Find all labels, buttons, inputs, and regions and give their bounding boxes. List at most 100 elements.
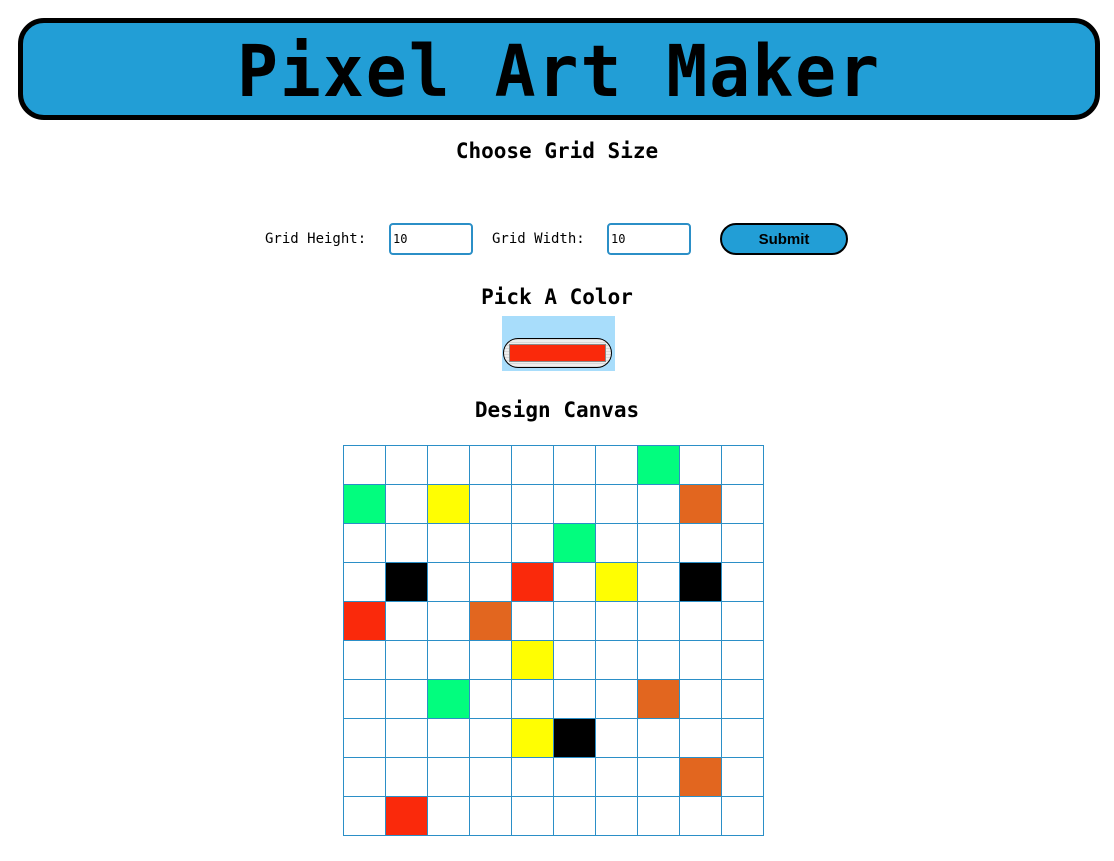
- canvas-cell[interactable]: [721, 679, 764, 719]
- canvas-cell[interactable]: [721, 601, 764, 641]
- canvas-cell[interactable]: [553, 445, 596, 485]
- canvas-cell[interactable]: [469, 562, 512, 602]
- canvas-cell[interactable]: [469, 484, 512, 524]
- canvas-cell[interactable]: [721, 445, 764, 485]
- canvas-cell[interactable]: [511, 523, 554, 563]
- canvas-cell[interactable]: [553, 640, 596, 680]
- canvas-cell[interactable]: [427, 757, 470, 797]
- canvas-cell[interactable]: [427, 562, 470, 602]
- canvas-cell[interactable]: [343, 445, 386, 485]
- submit-button[interactable]: Submit: [720, 223, 848, 255]
- canvas-cell[interactable]: [637, 445, 680, 485]
- canvas-cell[interactable]: [511, 484, 554, 524]
- canvas-cell[interactable]: [721, 796, 764, 836]
- canvas-cell[interactable]: [385, 640, 428, 680]
- canvas-cell[interactable]: [553, 601, 596, 641]
- canvas-cell[interactable]: [553, 796, 596, 836]
- canvas-cell[interactable]: [469, 601, 512, 641]
- color-picker[interactable]: [502, 316, 615, 371]
- canvas-cell[interactable]: [679, 484, 722, 524]
- canvas-cell[interactable]: [343, 601, 386, 641]
- canvas-cell[interactable]: [721, 757, 764, 797]
- canvas-cell[interactable]: [469, 445, 512, 485]
- canvas-cell[interactable]: [511, 640, 554, 680]
- canvas-cell[interactable]: [427, 445, 470, 485]
- canvas-cell[interactable]: [595, 757, 638, 797]
- canvas-cell[interactable]: [679, 796, 722, 836]
- canvas-cell[interactable]: [679, 523, 722, 563]
- canvas-cell[interactable]: [511, 445, 554, 485]
- canvas-cell[interactable]: [385, 757, 428, 797]
- canvas-cell[interactable]: [553, 484, 596, 524]
- canvas-cell[interactable]: [595, 679, 638, 719]
- canvas-cell[interactable]: [511, 601, 554, 641]
- canvas-cell[interactable]: [721, 718, 764, 758]
- canvas-cell[interactable]: [679, 718, 722, 758]
- canvas-cell[interactable]: [427, 601, 470, 641]
- canvas-cell[interactable]: [385, 718, 428, 758]
- canvas-cell[interactable]: [385, 796, 428, 836]
- canvas-cell[interactable]: [385, 445, 428, 485]
- canvas-cell[interactable]: [679, 679, 722, 719]
- canvas-cell[interactable]: [511, 718, 554, 758]
- canvas-cell[interactable]: [469, 640, 512, 680]
- canvas-cell[interactable]: [511, 562, 554, 602]
- color-picker-button[interactable]: [503, 338, 612, 368]
- canvas-cell[interactable]: [595, 484, 638, 524]
- canvas-cell[interactable]: [343, 640, 386, 680]
- canvas-cell[interactable]: [637, 601, 680, 641]
- canvas-cell[interactable]: [679, 640, 722, 680]
- canvas-cell[interactable]: [385, 679, 428, 719]
- canvas-cell[interactable]: [721, 523, 764, 563]
- canvas-cell[interactable]: [637, 640, 680, 680]
- canvas-cell[interactable]: [637, 796, 680, 836]
- canvas-cell[interactable]: [427, 679, 470, 719]
- canvas-cell[interactable]: [511, 679, 554, 719]
- canvas-cell[interactable]: [385, 601, 428, 641]
- canvas-cell[interactable]: [427, 718, 470, 758]
- canvas-cell[interactable]: [595, 562, 638, 602]
- canvas-cell[interactable]: [469, 796, 512, 836]
- canvas-cell[interactable]: [553, 718, 596, 758]
- canvas-cell[interactable]: [637, 718, 680, 758]
- canvas-cell[interactable]: [427, 523, 470, 563]
- grid-width-input[interactable]: [607, 223, 691, 255]
- canvas-cell[interactable]: [427, 484, 470, 524]
- canvas-cell[interactable]: [343, 718, 386, 758]
- canvas-cell[interactable]: [721, 562, 764, 602]
- canvas-cell[interactable]: [343, 562, 386, 602]
- canvas-cell[interactable]: [553, 757, 596, 797]
- canvas-cell[interactable]: [553, 562, 596, 602]
- canvas-cell[interactable]: [511, 757, 554, 797]
- grid-height-input[interactable]: [389, 223, 473, 255]
- canvas-cell[interactable]: [637, 757, 680, 797]
- canvas-cell[interactable]: [469, 679, 512, 719]
- canvas-cell[interactable]: [595, 796, 638, 836]
- canvas-cell[interactable]: [469, 718, 512, 758]
- canvas-cell[interactable]: [553, 679, 596, 719]
- canvas-cell[interactable]: [469, 523, 512, 563]
- pixel-canvas[interactable]: [343, 445, 764, 836]
- canvas-cell[interactable]: [595, 445, 638, 485]
- canvas-cell[interactable]: [595, 601, 638, 641]
- canvas-cell[interactable]: [427, 640, 470, 680]
- canvas-cell[interactable]: [385, 523, 428, 563]
- canvas-cell[interactable]: [637, 562, 680, 602]
- canvas-cell[interactable]: [385, 562, 428, 602]
- canvas-cell[interactable]: [595, 523, 638, 563]
- canvas-cell[interactable]: [343, 523, 386, 563]
- canvas-cell[interactable]: [721, 640, 764, 680]
- canvas-cell[interactable]: [637, 484, 680, 524]
- canvas-cell[interactable]: [679, 601, 722, 641]
- canvas-cell[interactable]: [595, 640, 638, 680]
- canvas-cell[interactable]: [553, 523, 596, 563]
- canvas-cell[interactable]: [679, 757, 722, 797]
- canvas-cell[interactable]: [343, 679, 386, 719]
- canvas-cell[interactable]: [427, 796, 470, 836]
- canvas-cell[interactable]: [679, 445, 722, 485]
- canvas-cell[interactable]: [469, 757, 512, 797]
- canvas-cell[interactable]: [343, 796, 386, 836]
- canvas-cell[interactable]: [679, 562, 722, 602]
- canvas-cell[interactable]: [343, 757, 386, 797]
- canvas-cell[interactable]: [595, 718, 638, 758]
